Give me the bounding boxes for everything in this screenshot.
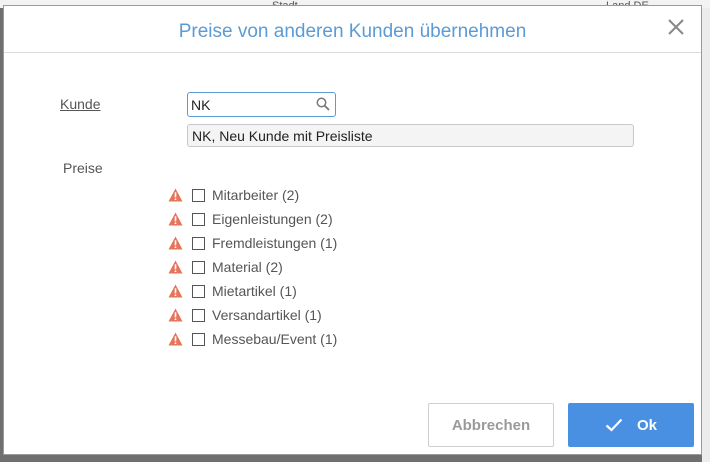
close-icon [668, 19, 684, 35]
price-category-row: Material (2) [168, 255, 337, 279]
price-category-checkbox[interactable] [192, 284, 205, 298]
price-category-label: Mitarbeiter (2) [212, 187, 300, 203]
dialog-title: Preise von anderen Kunden übernehmen [178, 21, 527, 42]
close-button[interactable] [665, 16, 687, 38]
warning-icon [168, 260, 183, 274]
price-category-label: Eigenleistungen (2) [212, 211, 333, 227]
copy-prices-dialog: Preise von anderen Kunden übernehmen Kun… [3, 5, 702, 455]
price-category-row: Mitarbeiter (2) [168, 183, 337, 207]
warning-icon [168, 188, 183, 202]
search-icon[interactable] [316, 97, 330, 111]
price-category-row: Fremdleistungen (1) [168, 231, 337, 255]
warning-icon [168, 212, 183, 226]
price-category-label: Fremdleistungen (1) [212, 235, 338, 251]
price-category-row: Mietartikel (1) [168, 279, 337, 303]
price-category-checkbox[interactable] [192, 212, 205, 226]
prices-label: Preise [63, 160, 103, 176]
price-category-label: Material (2) [212, 259, 283, 275]
warning-icon [168, 284, 183, 298]
customer-label-link[interactable]: Kunde [60, 96, 100, 112]
warning-icon [168, 308, 183, 322]
warning-icon [168, 332, 183, 346]
price-category-checkbox[interactable] [192, 236, 205, 250]
price-category-checkbox[interactable] [192, 188, 205, 202]
price-category-checkbox[interactable] [192, 332, 205, 346]
customer-search-field[interactable] [187, 92, 336, 117]
price-category-label: Messebau/Event (1) [212, 331, 338, 347]
dialog-header: Preise von anderen Kunden übernehmen [4, 6, 701, 53]
ok-button[interactable]: Ok [568, 403, 694, 447]
price-category-checkbox[interactable] [192, 308, 205, 322]
check-icon [605, 418, 623, 432]
customer-suggestion-item[interactable]: NK, Neu Kunde mit Preisliste [187, 124, 634, 147]
cancel-button[interactable]: Abbrechen [428, 403, 554, 447]
customer-search-input[interactable] [191, 95, 311, 114]
price-category-label: Versandartikel (1) [212, 307, 322, 323]
price-category-row: Messebau/Event (1) [168, 327, 337, 351]
price-category-list: Mitarbeiter (2) Eigenleistungen (2) Fremdl… [168, 183, 337, 351]
price-category-label: Mietartikel (1) [212, 283, 297, 299]
warning-icon [168, 236, 183, 250]
price-category-row: Versandartikel (1) [168, 303, 337, 327]
ok-button-label: Ok [636, 416, 657, 434]
background-app-edge [702, 8, 710, 462]
price-category-row: Eigenleistungen (2) [168, 207, 337, 231]
price-category-checkbox[interactable] [192, 260, 205, 274]
